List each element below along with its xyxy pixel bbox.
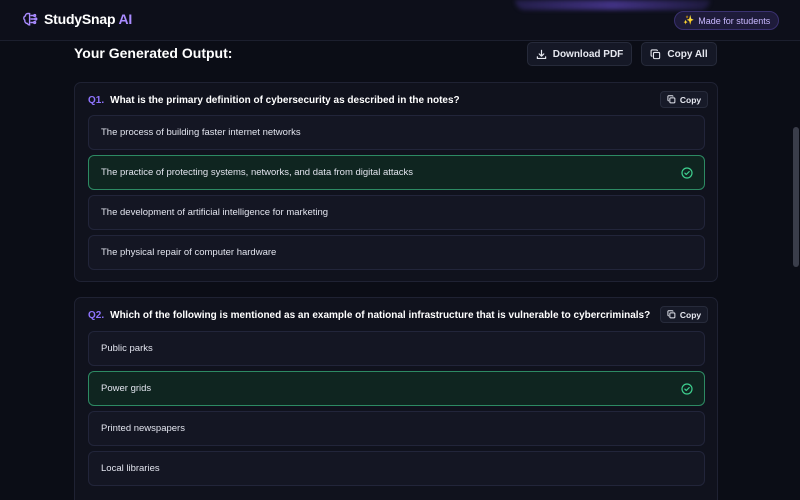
check-circle-icon <box>681 383 693 395</box>
copy-question-button[interactable]: Copy <box>660 306 708 323</box>
answer-option[interactable]: Local libraries <box>88 451 705 486</box>
answer-option[interactable]: The process of building faster internet … <box>88 115 705 150</box>
copy-label: Copy <box>679 309 702 320</box>
option-text: The practice of protecting systems, netw… <box>101 167 414 178</box>
scrollbar-thumb[interactable] <box>793 127 799 267</box>
option-text: Printed newspapers <box>101 423 185 434</box>
header-glow <box>515 0 710 10</box>
question-text: What is the primary definition of cybers… <box>110 95 460 106</box>
copy-question-button[interactable]: Copy <box>660 91 708 108</box>
answer-option[interactable]: Printed newspapers <box>88 411 705 446</box>
copy-all-button[interactable]: Copy All <box>641 42 717 66</box>
sparkles-icon: ✨ <box>683 15 695 25</box>
badge-label: Made for students <box>698 15 771 26</box>
download-icon <box>536 49 546 59</box>
students-badge: ✨ Made for students <box>674 11 780 30</box>
copy-label: Copy <box>679 94 702 105</box>
question-header: Q1. What is the primary definition of cy… <box>88 95 460 106</box>
option-text: Local libraries <box>101 463 160 474</box>
answer-option[interactable]: Public parks <box>88 331 705 366</box>
output-heading: Your Generated Output: <box>74 45 233 61</box>
app-name: StudySnap AI <box>44 11 132 27</box>
option-text: The process of building faster internet … <box>101 127 301 138</box>
app-name-main: StudySnap <box>44 11 116 27</box>
copy-icon <box>667 310 676 319</box>
question-number: Q2. <box>88 310 105 321</box>
question-card: Q2. Which of the following is mentioned … <box>74 297 718 500</box>
top-navbar: StudySnap AI ✨ Made for students <box>0 0 800 41</box>
option-text: The development of artificial intelligen… <box>101 207 329 218</box>
question-card: Q1. What is the primary definition of cy… <box>74 82 718 282</box>
page-scrollbar[interactable] <box>792 41 800 500</box>
option-text: The physical repair of computer hardware <box>101 247 277 258</box>
brain-icon <box>23 12 38 26</box>
copy-icon <box>667 95 676 104</box>
download-pdf-button[interactable]: Download PDF <box>527 42 632 66</box>
option-text: Power grids <box>101 383 152 394</box>
answer-option[interactable]: The physical repair of computer hardware <box>88 235 705 270</box>
answer-option-correct[interactable]: The practice of protecting systems, netw… <box>88 155 705 190</box>
brand-logo[interactable]: StudySnap AI <box>22 11 132 27</box>
check-circle-icon <box>681 167 693 179</box>
answer-option[interactable]: The development of artificial intelligen… <box>88 195 705 230</box>
option-text: Public parks <box>101 343 153 354</box>
copy-all-label: Copy All <box>667 48 708 60</box>
question-header: Q2. Which of the following is mentioned … <box>88 310 650 321</box>
download-pdf-label: Download PDF <box>552 48 624 60</box>
answer-option-correct[interactable]: Power grids <box>88 371 705 406</box>
question-number: Q1. <box>88 95 105 106</box>
question-text: Which of the following is mentioned as a… <box>110 310 651 321</box>
copy-icon <box>650 48 661 59</box>
app-name-accent: AI <box>118 11 133 27</box>
